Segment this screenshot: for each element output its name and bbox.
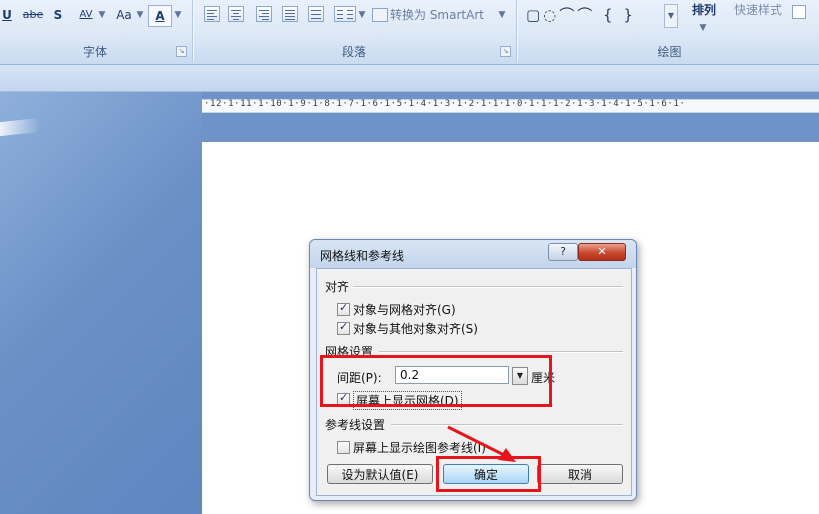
horizontal-ruler[interactable]: ·12·1·11·1·10·1·9·1·8·1·7·1·6·1·5·1·4·1·… [202, 99, 819, 113]
grid-settings-highlight [320, 355, 552, 407]
show-guides-label[interactable]: 屏幕上显示绘图参考线(I) [353, 439, 486, 456]
chevron-down-icon[interactable]: ▼ [698, 18, 708, 38]
guides-section-title: 参考线设置 [325, 418, 386, 432]
font-group-label: 字体 [82, 45, 107, 59]
paragraph-dialog-launcher-icon[interactable]: ↘ [500, 46, 511, 57]
shadow-button[interactable]: S [50, 5, 66, 25]
workspace-background [202, 112, 819, 142]
change-case-button[interactable]: Aa [112, 5, 136, 25]
smartart-icon [372, 8, 388, 22]
align-section-title: 对齐 [325, 280, 350, 294]
snap-to-objects-label[interactable]: 对象与其他对象对齐(S) [353, 320, 478, 337]
paragraph-group-label: 段落 [341, 45, 366, 59]
justify-icon[interactable] [282, 6, 298, 22]
convert-smartart-button[interactable]: 转换为 SmartArt [390, 5, 500, 25]
columns-icon[interactable] [334, 6, 356, 22]
section-divider [353, 286, 623, 288]
align-center-icon[interactable] [228, 6, 244, 22]
chevron-down-icon[interactable]: ▼ [136, 5, 144, 25]
align-left-icon[interactable] [204, 6, 220, 22]
section-divider [391, 424, 623, 426]
font-color-button[interactable]: A [148, 5, 172, 27]
ribbon-bottom-strip [0, 65, 819, 92]
arrange-button[interactable]: 排列 [684, 0, 724, 20]
strikethrough-button[interactable]: abe [20, 5, 46, 25]
group-divider [516, 0, 517, 62]
underline-button[interactable]: U [0, 5, 14, 25]
close-button[interactable]: ✕ [578, 243, 626, 261]
font-dialog-launcher-icon[interactable]: ↘ [176, 46, 187, 57]
section-divider [379, 351, 623, 353]
snap-to-grid-checkbox[interactable] [337, 301, 350, 316]
ribbon: U abe S AV ▼ Aa ▼ A ▼ 字体 ↘ ▼ 转换为 SmartAr… [0, 0, 819, 65]
ok-button-highlight [436, 456, 541, 492]
set-default-button[interactable]: 设为默认值(E) [327, 464, 433, 484]
snap-to-grid-label[interactable]: 对象与网格对齐(G) [353, 301, 456, 318]
group-divider [192, 0, 193, 62]
quick-styles-button[interactable]: 快速样式 [728, 0, 788, 20]
chevron-down-icon[interactable]: ▼ [498, 5, 506, 25]
align-right-icon[interactable] [256, 6, 272, 22]
shapes-gallery[interactable]: ▢◌⌒⌒ { } [526, 5, 666, 25]
chevron-down-icon[interactable]: ▼ [358, 5, 366, 25]
dialog-title-bar[interactable]: 网格线和参考线 ? ✕ [310, 240, 636, 268]
chevron-down-icon[interactable]: ▼ [98, 5, 106, 25]
shape-fill-icon[interactable] [792, 5, 806, 19]
snap-to-objects-checkbox[interactable] [337, 320, 350, 335]
dialog-title: 网格线和参考线 [320, 249, 405, 263]
drawing-group-label: 绘图 [657, 45, 682, 59]
character-spacing-button[interactable]: AV [74, 5, 98, 25]
cancel-button[interactable]: 取消 [537, 464, 623, 484]
chevron-down-icon[interactable]: ▼ [174, 5, 182, 25]
ruler-scale: ·12·1·11·1·10·1·9·1·8·1·7·1·6·1·5·1·4·1·… [204, 99, 686, 109]
slides-pane [0, 92, 202, 514]
show-guides-checkbox[interactable] [337, 441, 350, 454]
distribute-icon[interactable] [308, 6, 324, 22]
gallery-more-icon[interactable]: ▼ [664, 4, 678, 28]
help-button[interactable]: ? [548, 243, 578, 261]
